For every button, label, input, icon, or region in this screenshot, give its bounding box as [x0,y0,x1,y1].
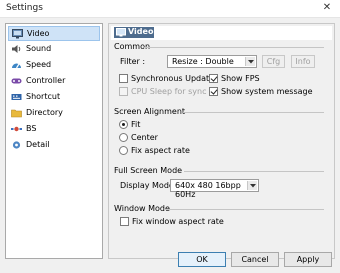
sidebar-item-shortcut[interactable]: Shortcut [8,90,100,105]
speaker-icon [11,44,22,54]
alignment-fix-aspect-label: Fix aspect rate [131,146,190,155]
show-system-message-checkbox[interactable] [209,87,218,96]
ok-button[interactable]: OK [178,252,226,267]
panel-header: Video [111,26,332,40]
group-divider [164,209,324,210]
sidebar-item-label: Directory [26,108,63,117]
sidebar-item-label: Speed [26,60,52,69]
cfg-button[interactable]: Cfg [262,55,285,68]
close-button[interactable]: ✕ [320,2,334,15]
alignment-fit-radio[interactable] [119,120,128,129]
sidebar-item-speed[interactable]: Speed [8,58,100,73]
cancel-button[interactable]: Cancel [231,252,279,267]
show-system-message-label: Show system message [221,87,313,96]
keyboard-icon [11,92,22,102]
fix-window-aspect-rate-checkbox[interactable] [120,217,129,226]
group-title-window-mode: Window Mode [114,204,170,213]
settings-window: Settings ✕ Video Sound Speed Controller … [0,0,340,273]
sidebar-item-detail[interactable]: Detail [8,138,100,153]
display-mode-select[interactable]: 640x 480 16bpp 60Hz [170,179,259,199]
controller-icon [11,76,22,86]
video-icon [116,28,126,39]
filter-select[interactable]: Resize : Double [167,55,257,68]
show-fps-label: Show FPS [221,74,260,83]
display-mode-select-value: 640x 480 16bpp 60Hz [175,181,241,199]
apply-button[interactable]: Apply [284,252,332,267]
sidebar-item-label: BS [26,124,37,133]
synchronous-update-checkbox[interactable] [119,74,128,83]
sidebar-item-label: Video [27,29,50,38]
synchronous-update-label: Synchronous Update [131,74,215,83]
alignment-center-label: Center [131,133,158,142]
sidebar-item-controller[interactable]: Controller [8,74,100,89]
group-title-full-screen-mode: Full Screen Mode [114,166,183,175]
chevron-down-icon [245,57,255,66]
sidebar-item-bs[interactable]: BS [8,122,100,137]
filter-label: Filter : [120,57,146,66]
window-title: Settings [6,3,43,13]
group-divider [183,112,324,113]
sidebar-item-label: Sound [26,44,52,53]
sidebar-item-label: Shortcut [26,92,61,101]
group-divider [184,171,324,172]
group-divider [144,47,324,48]
fix-window-aspect-rate-label: Fix window aspect rate [132,217,224,226]
sidebar-item-label: Detail [26,140,50,149]
alignment-center-radio[interactable] [119,133,128,142]
alignment-fix-aspect-radio[interactable] [119,146,128,155]
cpu-sleep-checkbox[interactable] [119,87,128,96]
sidebar-item-label: Controller [26,76,66,85]
info-button[interactable]: Info [291,55,315,68]
category-list: Video Sound Speed Controller Shortcut Di… [5,23,103,259]
sidebar-item-directory[interactable]: Directory [8,106,100,121]
satellite-icon [11,124,22,134]
sidebar-item-video[interactable]: Video [8,26,100,41]
chevron-down-icon [247,181,257,190]
filter-select-value: Resize : Double [172,57,234,66]
group-title-screen-alignment: Screen Alignment [114,107,186,116]
show-fps-checkbox[interactable] [209,74,218,83]
cpu-sleep-label: CPU Sleep for sync [131,87,207,96]
sidebar-item-sound[interactable]: Sound [8,42,100,57]
title-bar: Settings ✕ [0,0,340,18]
gear-icon [11,140,22,150]
folder-icon [11,108,22,118]
alignment-fit-label: Fit [131,120,141,129]
speed-icon [11,60,22,70]
panel-title: Video [128,27,154,36]
video-icon [12,29,23,39]
